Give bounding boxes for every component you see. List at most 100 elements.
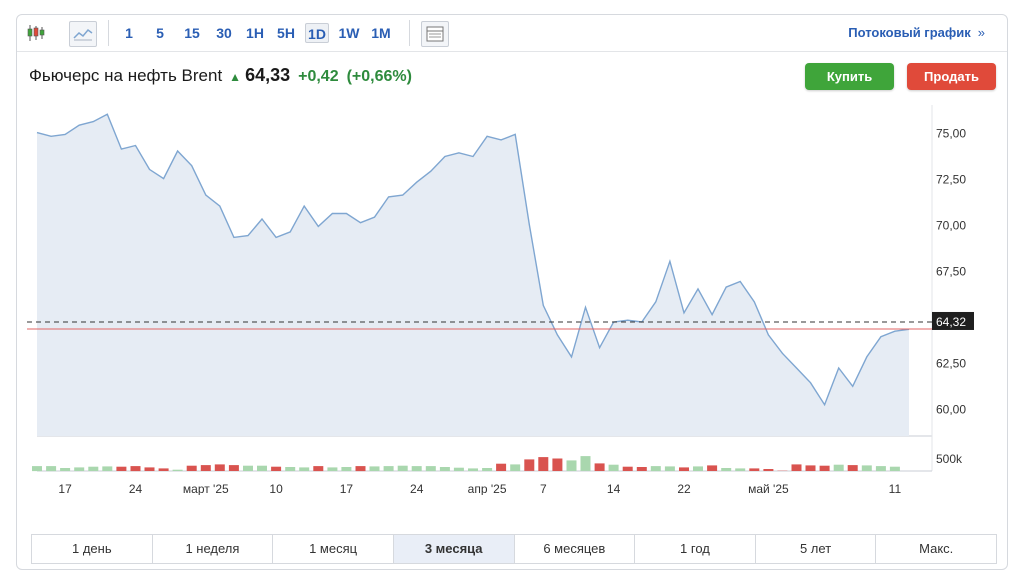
price-point: [191, 165, 193, 167]
volume-bar: [861, 465, 872, 471]
volume-bar: [819, 465, 830, 471]
price-point: [584, 306, 586, 308]
price-chart[interactable]: Investing.com75,0072,5070,0067,5065,0062…: [17, 15, 1007, 495]
volume-bar: [200, 465, 211, 471]
range-1-day[interactable]: 1 день: [32, 535, 153, 563]
price-point: [866, 356, 868, 358]
volume-bar: [889, 466, 900, 471]
price-point: [402, 194, 404, 196]
volume-bar: [411, 466, 422, 472]
x-tick-label: апр '25: [468, 482, 507, 495]
price-point: [331, 212, 333, 214]
volume-bar: [496, 463, 507, 471]
volume-bar: [271, 466, 282, 471]
price-point: [92, 120, 94, 122]
volume-bar: [299, 467, 310, 471]
volume-axis-label: 500k: [936, 452, 963, 466]
volume-bar: [693, 466, 703, 471]
range-1-week[interactable]: 1 неделя: [153, 535, 274, 563]
price-point: [598, 347, 600, 349]
price-point: [205, 194, 207, 196]
price-point: [514, 133, 516, 135]
volume-bar: [608, 464, 619, 471]
volume-bar: [88, 466, 99, 471]
volume-bar: [172, 469, 183, 471]
volume-bar: [791, 464, 802, 471]
x-tick-label: май '25: [748, 482, 789, 495]
volume-bar: [186, 465, 197, 471]
volume-bar: [510, 464, 521, 471]
price-point: [64, 133, 66, 135]
price-point: [852, 385, 854, 387]
volume-bar: [228, 465, 239, 471]
price-point: [233, 236, 235, 238]
current-price-label: 64,32: [936, 315, 966, 329]
volume-bar: [285, 467, 296, 471]
price-point: [838, 367, 840, 369]
price-point: [36, 131, 38, 133]
volume-bar: [243, 465, 253, 471]
volume-bar: [664, 466, 675, 471]
volume-bar: [425, 466, 436, 472]
volume-bar: [102, 466, 113, 471]
price-point: [50, 135, 52, 137]
y-tick-label: 75,00: [936, 127, 966, 141]
range-3-months[interactable]: 3 месяца: [393, 535, 515, 563]
x-tick-label: 24: [129, 482, 143, 495]
price-point: [120, 148, 122, 150]
price-point: [711, 313, 713, 315]
price-point: [556, 334, 558, 336]
volume-bar: [847, 465, 858, 471]
price-point: [655, 301, 657, 303]
range-6-months[interactable]: 6 месяцев: [515, 535, 636, 563]
price-point: [78, 124, 80, 126]
price-point: [500, 139, 502, 141]
volume-bar: [116, 466, 127, 471]
volume-bar: [32, 466, 42, 472]
price-point: [317, 225, 319, 227]
price-area-fill: [37, 114, 909, 436]
volume-bar: [313, 466, 324, 472]
price-point: [106, 113, 108, 115]
price-point: [627, 319, 629, 321]
x-tick-label: 11: [889, 482, 902, 495]
price-point: [725, 286, 727, 288]
volume-bar: [805, 465, 816, 471]
range-max[interactable]: Макс.: [876, 535, 996, 563]
x-tick-label: 17: [340, 482, 354, 495]
price-point: [373, 216, 375, 218]
price-point: [795, 367, 797, 369]
price-point: [289, 231, 291, 233]
volume-bar: [707, 465, 718, 471]
y-tick-label: 70,00: [936, 219, 966, 233]
price-point: [275, 236, 277, 238]
volume-bar: [566, 460, 577, 471]
volume-bar: [580, 456, 591, 471]
price-point: [247, 234, 249, 236]
price-point: [472, 155, 474, 157]
volume-bar: [327, 467, 338, 471]
price-point: [823, 404, 825, 406]
volume-bar: [214, 464, 225, 471]
range-1-month[interactable]: 1 месяц: [273, 535, 394, 563]
price-point: [162, 177, 164, 179]
price-point: [767, 334, 769, 336]
volume-bar: [482, 468, 493, 471]
volume-bar: [721, 468, 732, 471]
volume-bar: [46, 466, 57, 472]
volume-bar: [735, 468, 746, 471]
volume-bar: [355, 466, 366, 472]
volume-bar: [622, 466, 633, 471]
volume-bar: [749, 468, 760, 471]
y-tick-label: 60,00: [936, 402, 966, 416]
range-1-year[interactable]: 1 год: [635, 535, 756, 563]
x-tick-label: 22: [677, 482, 691, 495]
volume-bar: [341, 467, 352, 471]
price-point: [387, 196, 389, 198]
price-point: [542, 304, 544, 306]
price-point: [809, 382, 811, 384]
price-point: [739, 280, 741, 282]
range-5-years[interactable]: 5 лет: [756, 535, 877, 563]
price-point: [219, 205, 221, 207]
price-point: [683, 312, 685, 314]
